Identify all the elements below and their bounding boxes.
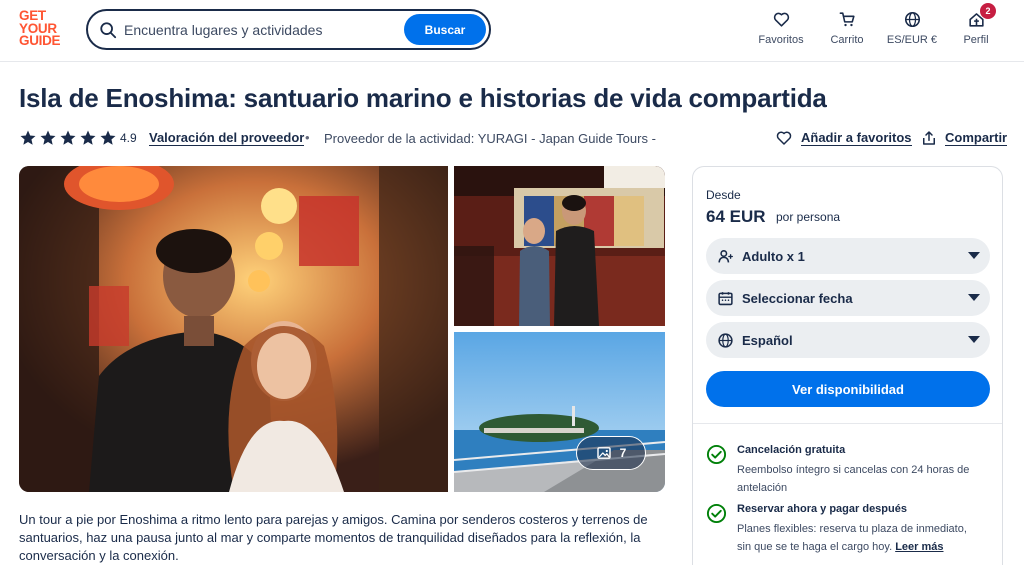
nav-currency-label: ES/EUR € — [886, 34, 938, 46]
add-to-favorites-label: Añadir a favoritos — [801, 130, 912, 146]
nav-favorites-label: Favoritos — [758, 34, 804, 46]
share-label: Compartir — [945, 130, 1008, 146]
star-icon — [20, 130, 36, 145]
booking-card: Desde 64 EUR por persona Adulto x 1 Sele… — [692, 166, 1003, 565]
photo-count-value: 7 — [619, 446, 627, 460]
calendar-icon — [718, 291, 733, 305]
price-value: 64 EUR — [706, 207, 766, 226]
profile-notification-badge: 2 — [980, 3, 996, 19]
search-bar: Buscar — [86, 9, 491, 50]
nav-favorites[interactable]: Favoritos — [757, 10, 805, 50]
meta-separator: • — [305, 130, 310, 145]
globe-icon — [904, 11, 920, 28]
page-title: Isla de Enoshima: santuario marino e his… — [19, 83, 827, 113]
feature-title: Cancelación gratuita — [737, 444, 846, 456]
gallery-main-photo[interactable] — [19, 166, 448, 492]
nav-profile[interactable]: 2 Perfil — [958, 3, 996, 50]
product-meta-row: 4.9 Valoración del proveedor • Proveedor… — [19, 128, 1009, 150]
check-availability-button[interactable]: Ver disponibilidad — [706, 371, 990, 407]
participants-value: Adulto x 1 — [742, 248, 805, 264]
feature-title: Reservar ahora y pagar después — [737, 503, 907, 515]
photo-count-button[interactable]: 7 — [576, 436, 646, 470]
language-select[interactable]: Español — [706, 322, 990, 358]
activity-description: Un tour a pie por Enoshima a ritmo lento… — [19, 512, 648, 563]
activity-provider: Proveedor de la actividad: YURAGI - Japa… — [324, 131, 656, 146]
participants-select[interactable]: Adulto x 1 — [706, 238, 990, 274]
language-value: Español — [742, 332, 793, 348]
gallery-photo-enoshima[interactable]: 7 — [454, 332, 665, 492]
check-circle-icon — [706, 444, 727, 465]
share-icon — [923, 131, 935, 145]
photo-couple-alley — [19, 166, 448, 492]
getyourguide-logo[interactable]: GET YOUR GUIDE — [19, 9, 71, 50]
share-button[interactable]: Compartir — [920, 129, 1008, 147]
star-icon — [80, 130, 96, 145]
chevron-down-icon — [968, 252, 980, 259]
rating-stars — [19, 129, 117, 147]
add-to-favorites-button[interactable]: Añadir a favoritos — [775, 129, 912, 147]
nav-profile-label: Perfil — [963, 34, 989, 46]
nav-currency[interactable]: ES/EUR € — [884, 10, 940, 50]
date-value: Seleccionar fecha — [742, 290, 853, 306]
participants-icon — [718, 249, 733, 263]
cart-icon — [839, 12, 855, 27]
photo-shrine-shop — [454, 166, 665, 326]
heart-icon — [773, 12, 789, 27]
image-gallery-icon — [596, 447, 611, 459]
rating-value: 4.9 — [120, 131, 137, 145]
star-icon — [40, 130, 56, 145]
gallery-photo-shrine[interactable] — [454, 166, 665, 326]
nav-cart[interactable]: Carrito — [826, 10, 868, 50]
chevron-down-icon — [968, 336, 980, 343]
check-circle-icon — [706, 503, 727, 524]
star-icon — [60, 130, 76, 145]
feature-text: Planes flexibles: reserva tu plaza de in… — [737, 520, 977, 556]
price-per-person: por persona — [776, 210, 841, 224]
search-icon — [100, 22, 117, 39]
site-header: GET YOUR GUIDE Buscar Favoritos Carrito … — [0, 0, 1024, 62]
booking-divider — [693, 423, 1002, 424]
logo-line-3: GUIDE — [19, 33, 61, 48]
search-button[interactable]: Buscar — [404, 14, 486, 45]
price-from-label: Desde — [706, 188, 741, 202]
provider-rating-link[interactable]: Valoración del proveedor — [149, 130, 305, 146]
nav-cart-label: Carrito — [830, 34, 864, 46]
chevron-down-icon — [968, 294, 980, 301]
date-select[interactable]: Seleccionar fecha — [706, 280, 990, 316]
star-icon — [100, 130, 116, 145]
heart-icon — [776, 131, 792, 145]
feature-text: Reembolso íntegro si cancelas con 24 hor… — [737, 464, 970, 494]
search-input[interactable] — [124, 19, 394, 41]
read-more-link[interactable]: Leer más — [895, 541, 943, 553]
globe-icon — [718, 332, 733, 348]
